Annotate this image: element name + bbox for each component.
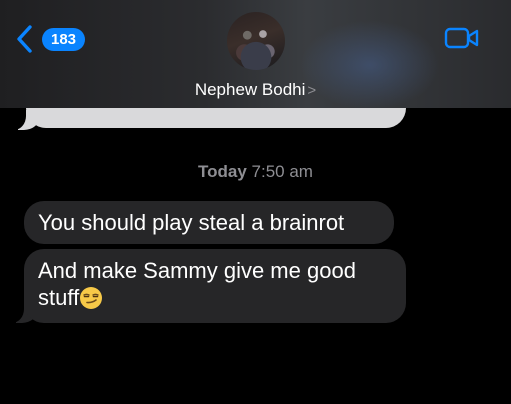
message-timestamp: Today 7:50 am bbox=[0, 162, 511, 182]
back-button[interactable]: 183 bbox=[14, 24, 86, 54]
messages-screen: 183 Nephew Bodhi > Today 7:50 am You shou… bbox=[0, 0, 511, 404]
chevron-left-icon bbox=[17, 25, 32, 53]
message-text: You should play steal a brainrot bbox=[38, 210, 345, 235]
contact-avatar[interactable] bbox=[227, 12, 285, 70]
contact-name: Nephew Bodhi bbox=[194, 80, 306, 99]
contact-name-button[interactable]: Nephew Bodhi > bbox=[0, 80, 511, 100]
received-message-bubble[interactable]: You should play steal a brainrot bbox=[24, 201, 394, 244]
unread-count-badge: 183 bbox=[42, 27, 86, 51]
conversation-header: 183 Nephew Bodhi > bbox=[0, 0, 511, 110]
timestamp-time: 7:50 am bbox=[251, 162, 313, 181]
video-camera-icon[interactable] bbox=[444, 26, 480, 50]
chevron-right-icon: > bbox=[307, 82, 317, 99]
smirking-face-emoji-icon bbox=[80, 287, 103, 309]
received-message-bubble[interactable]: And make Sammy give me good stuff bbox=[24, 249, 406, 323]
timestamp-day: Today bbox=[198, 162, 247, 181]
